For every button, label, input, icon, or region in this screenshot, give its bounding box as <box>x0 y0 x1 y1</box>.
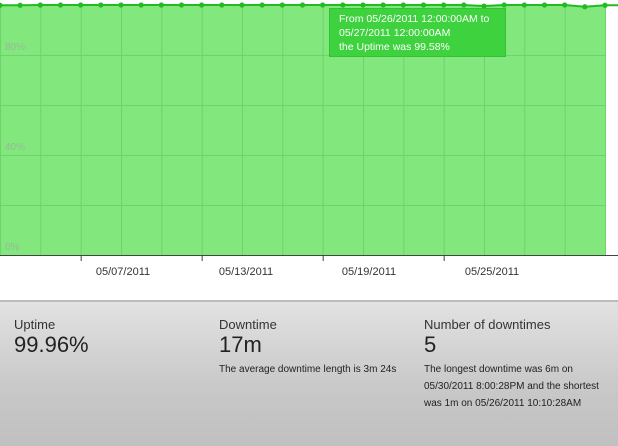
uptime-data-point <box>279 2 285 8</box>
uptime-data-point <box>37 2 43 8</box>
uptime-area-chart <box>0 2 618 261</box>
uptime-data-point <box>602 2 608 8</box>
uptime-data-point <box>17 2 23 8</box>
y-tick-label: 80% <box>5 42 26 53</box>
uptime-data-point <box>521 2 527 8</box>
uptime-data-point <box>138 2 144 8</box>
uptime-data-point <box>78 2 84 8</box>
downtime-count-description: The longest downtime was 6m on 05/30/201… <box>424 364 599 409</box>
uptime-data-point <box>360 2 366 8</box>
y-tick-label: 40% <box>5 142 26 153</box>
uptime-data-point <box>420 2 427 8</box>
uptime-data-point <box>158 2 164 8</box>
uptime-data-point <box>441 2 447 8</box>
uptime-data-point <box>299 2 306 8</box>
downtime-count-label: Number of downtimes <box>424 317 551 332</box>
uptime-data-point <box>400 2 406 8</box>
uptime-data-point <box>380 2 386 8</box>
downtime-label: Downtime <box>219 317 277 332</box>
uptime-data-point <box>562 2 568 8</box>
uptime-data-point <box>259 2 265 8</box>
uptime-data-point <box>98 2 104 8</box>
uptime-data-point <box>461 2 467 8</box>
uptime-data-point <box>239 2 245 8</box>
downtime-value: 17m <box>219 332 262 357</box>
uptime-data-point <box>340 2 346 8</box>
x-tick-label: 05/19/2011 <box>341 266 397 278</box>
downtime-count-value: 5 <box>424 332 437 357</box>
chart-tooltip: From 05/26/2011 12:00:00AM to 05/27/2011… <box>329 8 506 57</box>
uptime-value: 99.96% <box>14 332 89 357</box>
tooltip-line: From 05/26/2011 12:00:00AM to <box>339 13 490 25</box>
tooltip-line: 05/27/2011 12:00:00AM <box>339 27 451 39</box>
uptime-data-point <box>501 2 507 8</box>
uptime-data-point <box>178 2 185 8</box>
uptime-data-point <box>118 2 124 8</box>
uptime-stat: Uptime 99.96% <box>14 317 204 357</box>
downtime-description: The average downtime length is 3m 24s <box>219 364 397 375</box>
uptime-chart: 80% 40% 0% 05/07/2011 05/13/2011 05/19/2… <box>0 0 618 300</box>
uptime-data-point <box>199 2 205 8</box>
downtime-count-stat: Number of downtimes 5 The longest downti… <box>424 317 604 412</box>
uptime-data-point <box>541 2 548 8</box>
uptime-data-point <box>320 2 326 8</box>
x-tick-label: 05/25/2011 <box>464 266 520 278</box>
x-tick-label: 05/07/2011 <box>95 266 151 278</box>
stats-panel: Uptime 99.96% Downtime 17m The average d… <box>0 300 618 446</box>
downtime-stat: Downtime 17m The average downtime length… <box>219 317 399 378</box>
uptime-area-fill <box>0 5 605 255</box>
uptime-data-point <box>219 2 225 8</box>
y-tick-label: 0% <box>5 242 20 253</box>
tooltip-line: the Uptime was 99.58% <box>339 41 450 53</box>
uptime-data-point <box>582 4 588 10</box>
uptime-data-point <box>57 2 64 8</box>
x-tick-label: 05/13/2011 <box>218 266 274 278</box>
uptime-label: Uptime <box>14 317 56 332</box>
